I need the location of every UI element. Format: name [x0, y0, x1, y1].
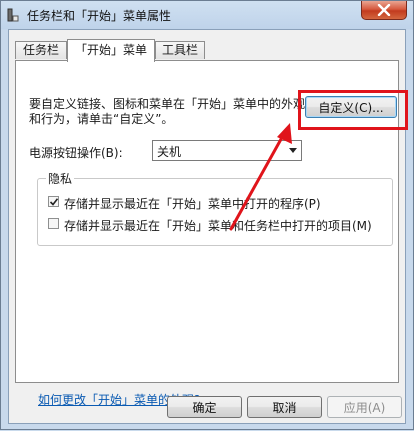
power-button-value: 关机: [157, 145, 182, 159]
close-icon: [377, 4, 391, 16]
checkmark-icon: [49, 198, 59, 206]
privacy-group: 隐私 存储并显示最近在「开始」菜单中打开的程序(P) 存储并显示最近在「开始」菜…: [37, 170, 393, 246]
apply-button[interactable]: 应用(A): [327, 396, 402, 418]
recent-items-checkbox[interactable]: [48, 218, 59, 229]
recent-items-label: 存储并显示最近在「开始」菜单和任务栏中打开的项目(M): [64, 219, 372, 233]
title-bar[interactable]: 任务栏和「开始」菜单属性: [1, 1, 413, 29]
dialog-client-area: 任务栏 「开始」菜单 工具栏 要自定义链接、图标和菜单在「开始」菜单中的外观和行…: [8, 29, 408, 424]
customize-description: 要自定义链接、图标和菜单在「开始」菜单中的外观和行为，请单击“自定义”。: [29, 97, 306, 126]
tab-taskbar[interactable]: 任务栏: [15, 41, 67, 59]
privacy-group-title: 隐私: [46, 170, 75, 187]
properties-window: 任务栏和「开始」菜单属性 任务栏 「开始」菜单 工具栏 要自定义链接、图标和菜单…: [0, 0, 414, 430]
power-button-dropdown[interactable]: 关机: [152, 140, 302, 161]
tab-toolbars[interactable]: 工具栏: [155, 41, 205, 59]
start-menu-tab-panel: 要自定义链接、图标和菜单在「开始」菜单中的外观和行为，请单击“自定义”。 自定义…: [15, 60, 408, 407]
close-button[interactable]: [361, 1, 407, 20]
window-title: 任务栏和「开始」菜单属性: [27, 9, 172, 23]
tab-start-menu[interactable]: 「开始」菜单: [67, 39, 155, 62]
cancel-button[interactable]: 取消: [247, 396, 322, 418]
recent-programs-checkbox[interactable]: [48, 196, 59, 207]
taskbar-properties-icon: [7, 8, 19, 22]
highlight-annotation-box: [298, 90, 408, 130]
ok-button[interactable]: 确定: [167, 396, 242, 418]
recent-programs-label: 存储并显示最近在「开始」菜单中打开的程序(P): [64, 197, 321, 211]
power-button-label: 电源按钮操作(B):: [29, 146, 123, 160]
chevron-down-icon: [289, 148, 297, 153]
